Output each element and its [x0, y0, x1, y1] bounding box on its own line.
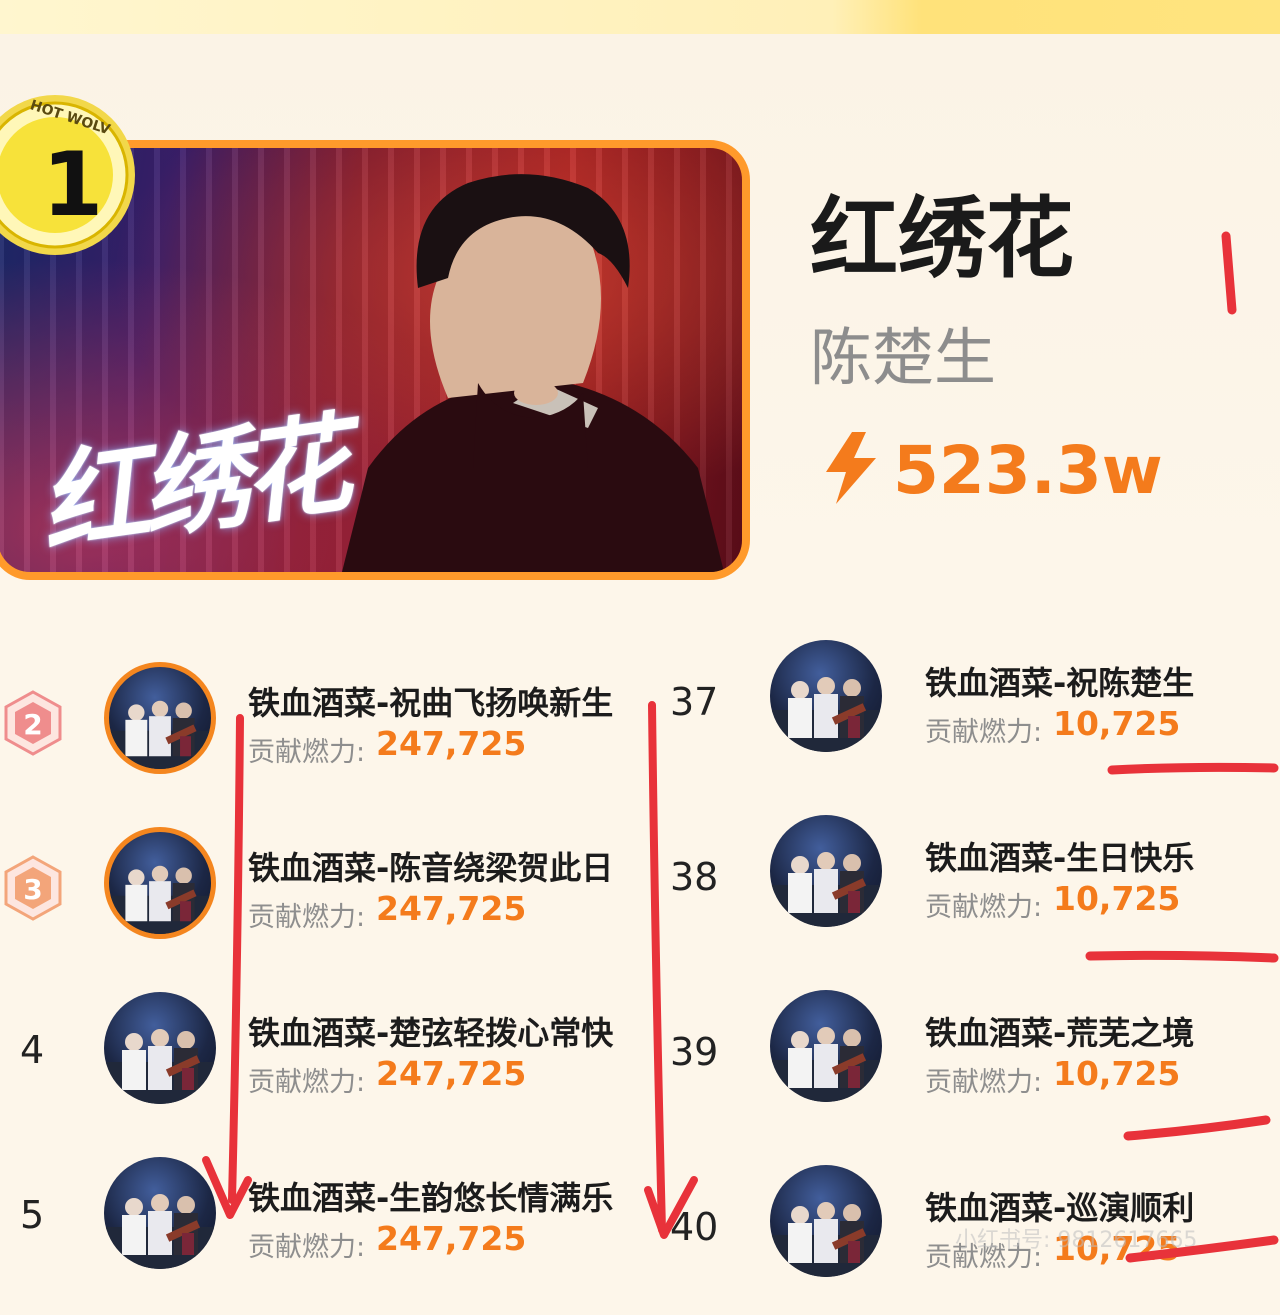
item-title[interactable]: 铁血酒菜-陈音绕梁贺此日	[248, 843, 613, 889]
contribution-value: 247,725	[376, 1054, 527, 1093]
rank-number: 5	[20, 1193, 45, 1237]
rank-number: 4	[20, 1028, 45, 1072]
contribution-label: 贡献燃力:	[248, 737, 366, 768]
ranking-row[interactable]: 2 铁血酒菜-祝曲飞扬唤新生贡献燃力: 247,725	[0, 662, 640, 812]
avatar[interactable]	[770, 815, 882, 927]
avatar[interactable]	[770, 640, 882, 752]
contribution-value: 247,725	[376, 724, 527, 763]
item-title[interactable]: 铁血酒菜-祝曲飞扬唤新生	[248, 678, 613, 724]
rank-badge-2: 2	[4, 690, 62, 756]
item-title[interactable]: 铁血酒菜-祝陈楚生	[925, 658, 1194, 704]
contribution-value: 10,725	[1053, 1054, 1181, 1093]
ranking-row[interactable]: 5 铁血酒菜-生韵悠长情满乐贡献燃力: 247,725	[0, 1157, 640, 1307]
avatar[interactable]	[770, 990, 882, 1102]
rank-1-badge: HOT WOLV 1	[0, 95, 135, 255]
avatar[interactable]	[104, 992, 216, 1104]
contribution-value: 247,725	[376, 889, 527, 928]
avatar[interactable]	[104, 827, 216, 939]
singer-figure	[342, 174, 724, 572]
contribution-label: 贡献燃力:	[925, 892, 1043, 923]
lightning-icon	[826, 432, 876, 504]
contribution-value: 10,725	[1053, 879, 1181, 918]
song-title[interactable]: 红绣花	[810, 195, 1074, 283]
contribution-label: 贡献燃力:	[925, 1067, 1043, 1098]
heat-value: 523.3w	[893, 432, 1163, 509]
item-title[interactable]: 铁血酒菜-荒芜之境	[925, 1008, 1194, 1054]
contribution-value: 247,725	[376, 1219, 527, 1258]
watermark: 小红书号: 9812617665	[955, 1228, 1198, 1253]
avatar[interactable]	[104, 1157, 216, 1269]
svg-text:2: 2	[23, 708, 42, 741]
rank-number: 39	[670, 1030, 719, 1074]
top-banner-strip	[0, 0, 1280, 34]
avatar[interactable]	[104, 662, 216, 774]
contribution-label: 贡献燃力:	[248, 1232, 366, 1263]
contribution-label: 贡献燃力:	[248, 902, 366, 933]
ranking-row[interactable]: 37 铁血酒菜-祝陈楚生贡献燃力: 10,725	[660, 640, 1280, 790]
item-title[interactable]: 铁血酒菜-生日快乐	[925, 833, 1194, 879]
rank-number: 40	[670, 1205, 719, 1249]
rank-number: 38	[670, 855, 719, 899]
svg-text:3: 3	[23, 873, 42, 906]
ranking-row[interactable]: 4 铁血酒菜-楚弦轻拨心常快贡献燃力: 247,725	[0, 992, 640, 1142]
contribution-label: 贡献燃力:	[248, 1067, 366, 1098]
avatar[interactable]	[770, 1165, 882, 1277]
rank-number: 37	[670, 680, 719, 724]
artist-name[interactable]: 陈楚生	[810, 327, 996, 389]
rank-badge-3: 3	[4, 855, 62, 921]
rank-1-number: 1	[42, 133, 103, 236]
ranking-row[interactable]: 39 铁血酒菜-荒芜之境贡献燃力: 10,725	[660, 990, 1280, 1140]
item-title[interactable]: 铁血酒菜-生韵悠长情满乐	[248, 1173, 613, 1219]
contribution-value: 10,725	[1053, 704, 1181, 743]
ranking-row[interactable]: 38 铁血酒菜-生日快乐贡献燃力: 10,725	[660, 815, 1280, 965]
contribution-label: 贡献燃力:	[925, 717, 1043, 748]
ranking-row[interactable]: 3 铁血酒菜-陈音绕梁贺此日贡献燃力: 247,725	[0, 827, 640, 977]
item-title[interactable]: 铁血酒菜-楚弦轻拨心常快	[248, 1008, 613, 1054]
